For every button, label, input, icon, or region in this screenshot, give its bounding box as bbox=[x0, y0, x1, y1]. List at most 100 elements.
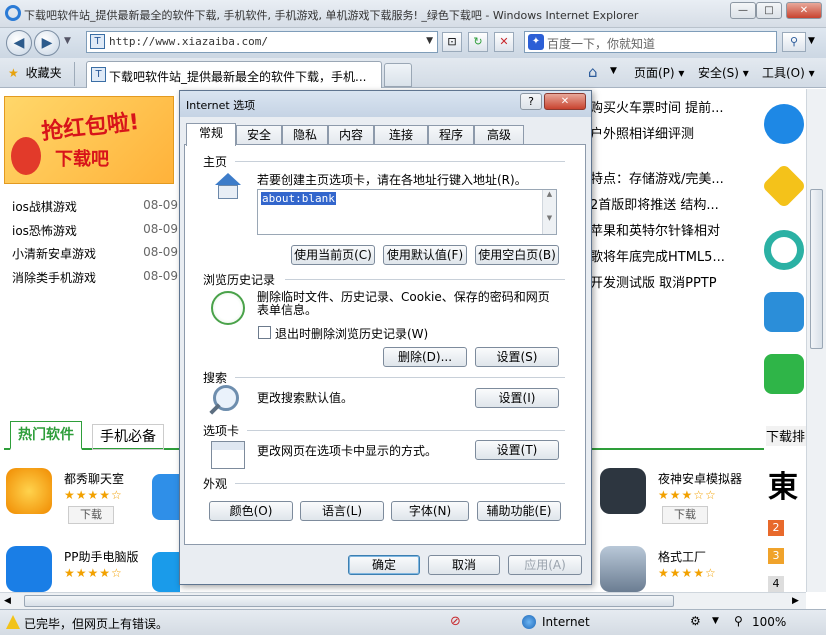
app-download-button[interactable]: 下载 bbox=[68, 506, 114, 524]
favorites-button[interactable]: ★ 收藏夹 bbox=[8, 64, 62, 81]
horizontal-scrollbar[interactable]: ◀ ▶ bbox=[0, 592, 806, 609]
minimize-button[interactable]: — bbox=[730, 2, 756, 19]
search-box[interactable]: ✦ 百度一下，你就知道 bbox=[524, 31, 777, 53]
tools-menu[interactable]: 工具(O) ▾ bbox=[762, 64, 815, 81]
app-card[interactable]: 都秀聊天室 ★★★★☆ 下载 bbox=[6, 468, 146, 534]
stop-icon[interactable]: ✕ bbox=[494, 32, 514, 52]
security-icon[interactable]: ⊘ bbox=[450, 614, 461, 629]
search-settings-button[interactable]: 设置(I) bbox=[475, 388, 559, 408]
east-icon[interactable]: 東 bbox=[768, 462, 798, 506]
app-icon bbox=[6, 468, 52, 514]
cancel-button[interactable]: 取消 bbox=[428, 555, 500, 575]
maxthon-app-icon[interactable] bbox=[764, 104, 804, 144]
promo-banner[interactable]: 抢红包啦! 下载吧 bbox=[4, 96, 174, 184]
tab-content[interactable]: 内容 bbox=[328, 125, 374, 145]
protected-dropdown-icon[interactable]: ▼ bbox=[712, 616, 719, 626]
home-dropdown-icon[interactable]: ▼ bbox=[610, 66, 617, 76]
use-default-button[interactable]: 使用默认值(F) bbox=[383, 245, 467, 265]
protected-mode-icon[interactable]: ⚙ bbox=[690, 614, 701, 628]
news-link[interactable]: 苹果和英特尔针锋相对 bbox=[590, 220, 770, 239]
news-link[interactable]: 户外照相详细评测 bbox=[590, 123, 770, 142]
page-menu[interactable]: 页面(P) ▾ bbox=[634, 64, 684, 81]
new-tab-button[interactable] bbox=[384, 63, 412, 87]
zoom-level[interactable]: 100% bbox=[752, 615, 786, 629]
history-dropdown-icon[interactable]: ▼ bbox=[64, 36, 71, 46]
browser-tab-active[interactable]: T 下载吧软件站_提供最新最全的软件下载，手机... bbox=[86, 61, 382, 88]
tab-mobile-essentials[interactable]: 手机必备 bbox=[92, 424, 164, 450]
search-options-icon[interactable]: ▼ bbox=[808, 36, 815, 46]
list-item[interactable]: 小清新安卓游戏 08-09 bbox=[12, 245, 178, 262]
languages-button[interactable]: 语言(L) bbox=[300, 501, 384, 521]
maximize-button[interactable]: □ bbox=[756, 2, 782, 19]
fonts-button[interactable]: 字体(N) bbox=[391, 501, 469, 521]
refresh-icon[interactable]: ↻ bbox=[468, 32, 488, 52]
news-link[interactable]: 特点：存储游戏/完美... bbox=[590, 168, 770, 187]
use-current-button[interactable]: 使用当前页(C) bbox=[291, 245, 375, 265]
scroll-thumb[interactable] bbox=[24, 595, 674, 607]
safety-menu[interactable]: 安全(S) ▾ bbox=[698, 64, 749, 81]
section-divider bbox=[247, 430, 565, 431]
tab-general[interactable]: 常规 bbox=[186, 123, 236, 146]
app-icon[interactable] bbox=[152, 552, 180, 592]
accessibility-button[interactable]: 辅助功能(E) bbox=[477, 501, 561, 521]
tab-advanced[interactable]: 高级 bbox=[474, 125, 524, 145]
homepage-textarea[interactable]: about:blank ▲ ▼ bbox=[257, 189, 557, 235]
forward-button[interactable]: ▶ bbox=[34, 30, 60, 56]
warning-icon[interactable] bbox=[6, 615, 20, 629]
textarea-scrollbar[interactable]: ▲ ▼ bbox=[542, 190, 556, 234]
app-rating: ★★★★☆ bbox=[64, 488, 123, 502]
news-link[interactable]: 开发测试版 取消PPTP bbox=[590, 272, 770, 291]
delete-on-exit-checkbox[interactable] bbox=[258, 326, 271, 339]
back-button[interactable]: ◀ bbox=[6, 30, 32, 56]
list-item-date: 08-09 bbox=[143, 269, 178, 283]
app-rating: ★★★☆☆ bbox=[658, 488, 717, 502]
news-link[interactable]: 2首版即将推送 结构... bbox=[590, 194, 770, 213]
history-settings-button[interactable]: 设置(S) bbox=[475, 347, 559, 367]
apply-button[interactable]: 应用(A) bbox=[508, 555, 582, 575]
zoom-icon[interactable]: ⚲ bbox=[734, 614, 743, 628]
scroll-right-icon[interactable]: ▶ bbox=[792, 596, 799, 606]
close-button[interactable]: ✕ bbox=[786, 2, 822, 19]
xcode-app-icon[interactable] bbox=[764, 292, 804, 332]
tab-connections[interactable]: 连接 bbox=[374, 125, 428, 145]
ok-button[interactable]: 确定 bbox=[348, 555, 420, 575]
tab-programs[interactable]: 程序 bbox=[428, 125, 474, 145]
news-link[interactable]: 歌将年底完成HTML5... bbox=[590, 246, 770, 265]
list-item-title: ios战棋游戏 bbox=[12, 200, 77, 214]
address-bar[interactable]: T http://www.xiazaiba.com/ ▼ bbox=[86, 31, 438, 53]
use-blank-button[interactable]: 使用空白页(B) bbox=[475, 245, 559, 265]
circle-app-icon[interactable] bbox=[764, 230, 804, 270]
app-download-button[interactable]: 下载 bbox=[662, 506, 708, 524]
address-dropdown-icon[interactable]: ▼ bbox=[426, 36, 433, 46]
list-item[interactable]: ios恐怖游戏 08-09 bbox=[12, 222, 178, 239]
tabs-description: 更改网页在选项卡中显示的方式。 bbox=[257, 444, 438, 458]
dialog-close-button[interactable]: ✕ bbox=[544, 93, 586, 110]
tab-hot-software[interactable]: 热门软件 bbox=[10, 421, 82, 450]
search-icon[interactable]: ⚲ bbox=[782, 32, 806, 52]
app-rating: ★★★★☆ bbox=[64, 566, 123, 580]
power-app-icon[interactable] bbox=[764, 354, 804, 394]
news-link[interactable]: 购买火车票时间 提前... bbox=[590, 97, 770, 116]
star-icon: ★ bbox=[8, 66, 19, 80]
tab-site-icon: T bbox=[91, 67, 106, 82]
help-button[interactable]: ? bbox=[520, 93, 542, 110]
scroll-thumb[interactable] bbox=[810, 189, 823, 349]
window-title: 下载吧软件站_提供最新最全的软件下载, 手机软件, 手机游戏, 单机游戏下载服务… bbox=[24, 9, 639, 22]
tabs-settings-button[interactable]: 设置(T) bbox=[475, 440, 559, 460]
list-item[interactable]: 消除类手机游戏 08-09 bbox=[12, 269, 178, 286]
colors-button[interactable]: 颜色(O) bbox=[209, 501, 293, 521]
tab-security[interactable]: 安全 bbox=[236, 125, 282, 145]
home-icon[interactable]: ⌂ bbox=[588, 63, 598, 81]
app-name: 格式工厂 bbox=[658, 550, 707, 564]
scroll-left-icon[interactable]: ◀ bbox=[4, 596, 11, 606]
list-item[interactable]: ios战棋游戏 08-09 bbox=[12, 198, 178, 215]
compatibility-icon[interactable]: ⊡ bbox=[442, 32, 462, 52]
globe-icon bbox=[522, 615, 536, 629]
app-icon[interactable] bbox=[152, 474, 180, 520]
mascot-image bbox=[11, 137, 41, 175]
vertical-scrollbar[interactable] bbox=[806, 89, 826, 592]
tab-privacy[interactable]: 隐私 bbox=[282, 125, 328, 145]
delete-history-button[interactable]: 删除(D)... bbox=[383, 347, 467, 367]
history-clock-icon bbox=[211, 291, 245, 325]
app-card[interactable]: 夜神安卓模拟器 ★★★☆☆ 下载 bbox=[600, 468, 742, 534]
